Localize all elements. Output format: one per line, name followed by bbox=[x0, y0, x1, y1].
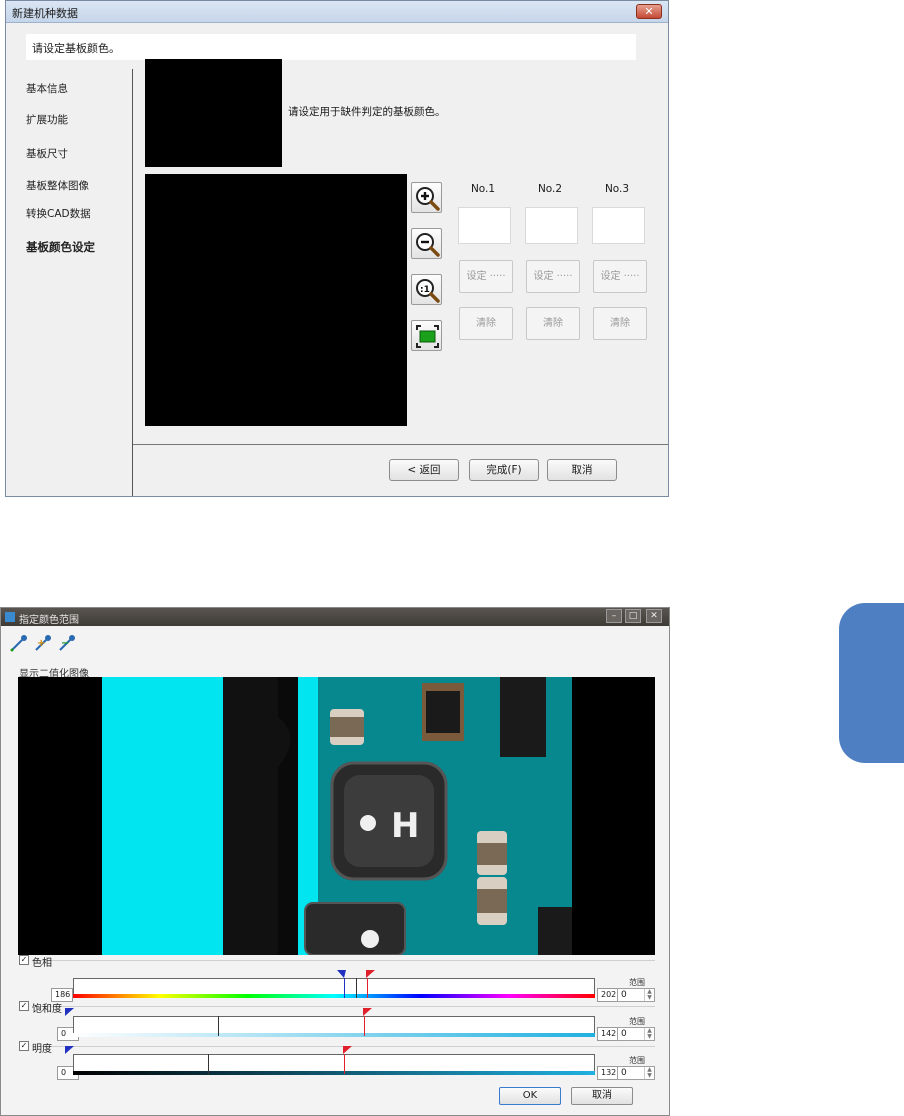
pipette-remove-icon[interactable]: − bbox=[57, 633, 77, 653]
brightness-max-value: 132 bbox=[597, 1066, 619, 1080]
step-board-color-setting[interactable]: 基板颜色设定 bbox=[26, 239, 95, 255]
slot-1-label: No.1 bbox=[470, 183, 496, 195]
cancel-button[interactable]: 取消 bbox=[571, 1087, 633, 1105]
zoom-1x-icon: :1 bbox=[416, 279, 440, 303]
brightness-range-label: 范围 bbox=[629, 1056, 645, 1065]
title-bar: 新建机种数据 ✕ bbox=[6, 1, 668, 23]
color-range-dialog: 指定颜色范围 – □ ✕ + − 显示二值化图像 H ✓ 色相 186 202 … bbox=[0, 607, 670, 1116]
brightness-label: 明度 bbox=[32, 1044, 52, 1055]
step-extended-functions[interactable]: 扩展功能 bbox=[26, 112, 68, 127]
saturation-label: 饱和度 bbox=[32, 1004, 62, 1015]
hue-lower-marker bbox=[344, 978, 345, 998]
brightness-upper-marker bbox=[344, 1054, 345, 1074]
zoom-actual-size-button[interactable]: :1 bbox=[411, 274, 442, 305]
divider bbox=[132, 69, 133, 496]
brightness-upper-flag-icon[interactable] bbox=[342, 1046, 352, 1055]
slot-3-label: No.3 bbox=[604, 183, 630, 195]
finish-button[interactable]: 完成(F) bbox=[469, 459, 539, 481]
hue-upper-flag-icon[interactable] bbox=[365, 970, 375, 979]
hue-gradient bbox=[73, 994, 595, 998]
hue-range-label: 范围 bbox=[629, 978, 645, 987]
saturation-upper-marker bbox=[364, 1016, 365, 1036]
binary-image-preview[interactable]: H bbox=[18, 677, 655, 955]
pcb-binary-image: H bbox=[18, 677, 655, 955]
saturation-upper-flag-icon[interactable] bbox=[362, 1008, 372, 1017]
chapter-side-tab bbox=[839, 603, 904, 763]
dialog-title: 新建机种数据 bbox=[12, 7, 78, 20]
step-board-overall-image[interactable]: 基板整体图像 bbox=[26, 178, 89, 193]
section-divider bbox=[41, 960, 655, 961]
hue-max-value: 202 bbox=[597, 988, 619, 1002]
hue-range-value: 0 bbox=[621, 990, 627, 1000]
zoom-out-icon bbox=[416, 233, 440, 257]
section-divider bbox=[41, 1006, 655, 1007]
brightness-range-spinner[interactable]: 0 ▲ ▼ bbox=[617, 1066, 655, 1080]
step-board-size[interactable]: 基板尺寸 bbox=[26, 146, 68, 161]
zoom-in-button[interactable] bbox=[411, 182, 442, 213]
saturation-range-spinner[interactable]: 0 ▲ ▼ bbox=[617, 1027, 655, 1041]
saturation-range-label: 范围 bbox=[629, 1017, 645, 1026]
app-icon bbox=[5, 612, 15, 622]
slot-1-color-swatch bbox=[458, 207, 511, 244]
board-image-view[interactable] bbox=[145, 174, 407, 426]
slot-2-clear-button[interactable]: 清除 bbox=[526, 307, 580, 340]
slot-3-set-button[interactable]: 设定 ····· bbox=[593, 260, 647, 293]
step-basic-info[interactable]: 基本信息 bbox=[26, 81, 68, 96]
hue-lower-flag-icon[interactable] bbox=[337, 970, 347, 979]
brightness-range-value: 0 bbox=[621, 1068, 627, 1078]
step-convert-cad-data[interactable]: 转换CAD数据 bbox=[26, 206, 91, 221]
saturation-lower-flag-icon[interactable] bbox=[65, 1008, 75, 1017]
hue-label: 色相 bbox=[32, 958, 52, 969]
hue-checkbox[interactable]: ✓ bbox=[19, 955, 29, 965]
svg-text::1: :1 bbox=[420, 285, 430, 295]
saturation-gradient bbox=[73, 1033, 595, 1037]
hue-center-marker bbox=[356, 978, 357, 998]
brightness-lower-flag-icon[interactable] bbox=[65, 1046, 75, 1055]
brightness-checkbox[interactable]: ✓ bbox=[19, 1041, 29, 1051]
saturation-checkbox[interactable]: ✓ bbox=[19, 1001, 29, 1011]
pipette-add-icon[interactable]: + bbox=[33, 633, 53, 653]
maximize-button[interactable]: □ bbox=[625, 609, 641, 623]
cancel-button[interactable]: 取消 bbox=[547, 459, 617, 481]
saturation-center-marker bbox=[218, 1016, 219, 1036]
ok-button[interactable]: OK bbox=[499, 1087, 561, 1105]
dialog-title: 指定颜色范围 bbox=[19, 615, 79, 626]
description-text: 请设定用于缺件判定的基板颜色。 bbox=[288, 106, 446, 118]
slot-3-clear-button[interactable]: 清除 bbox=[593, 307, 647, 340]
divider bbox=[133, 444, 668, 445]
slot-1-clear-button[interactable]: 清除 bbox=[459, 307, 513, 340]
svg-text:+: + bbox=[37, 638, 45, 649]
board-thumbnail bbox=[145, 59, 282, 167]
back-button[interactable]: < 返回 bbox=[389, 459, 459, 481]
inductor-label: H bbox=[391, 806, 419, 846]
minimize-button[interactable]: – bbox=[606, 609, 622, 623]
spinner-arrows-icon[interactable]: ▲ ▼ bbox=[644, 1067, 654, 1079]
slot-2-set-button[interactable]: 设定 ····· bbox=[526, 260, 580, 293]
close-button[interactable]: ✕ bbox=[646, 609, 662, 623]
hue-upper-marker bbox=[367, 978, 368, 998]
hue-range-spinner[interactable]: 0 ▲ ▼ bbox=[617, 988, 655, 1002]
svg-text:−: − bbox=[61, 638, 69, 649]
saturation-max-value: 142 bbox=[597, 1027, 619, 1041]
slot-3-color-swatch bbox=[592, 207, 645, 244]
close-button[interactable]: ✕ bbox=[636, 4, 662, 19]
zoom-in-icon bbox=[416, 187, 440, 211]
brightness-gradient bbox=[73, 1071, 595, 1075]
new-model-data-dialog: 新建机种数据 ✕ 请设定基板颜色。 基本信息 扩展功能 基板尺寸 基板整体图像 … bbox=[5, 0, 669, 497]
zoom-out-button[interactable] bbox=[411, 228, 442, 259]
fit-window-icon bbox=[416, 325, 439, 348]
slot-2-label: No.2 bbox=[537, 183, 563, 195]
slot-2-color-swatch bbox=[525, 207, 578, 244]
instruction-text: 请设定基板颜色。 bbox=[26, 34, 636, 60]
brightness-center-marker bbox=[208, 1054, 209, 1074]
spinner-arrows-icon[interactable]: ▲ ▼ bbox=[644, 1028, 654, 1040]
pipette-icon[interactable] bbox=[9, 633, 29, 653]
spinner-arrows-icon[interactable]: ▲ ▼ bbox=[644, 989, 654, 1001]
fit-to-window-button[interactable] bbox=[411, 320, 442, 351]
slot-1-set-button[interactable]: 设定 ····· bbox=[459, 260, 513, 293]
title-bar: 指定颜色范围 – □ ✕ bbox=[1, 608, 669, 626]
saturation-range-value: 0 bbox=[621, 1029, 627, 1039]
